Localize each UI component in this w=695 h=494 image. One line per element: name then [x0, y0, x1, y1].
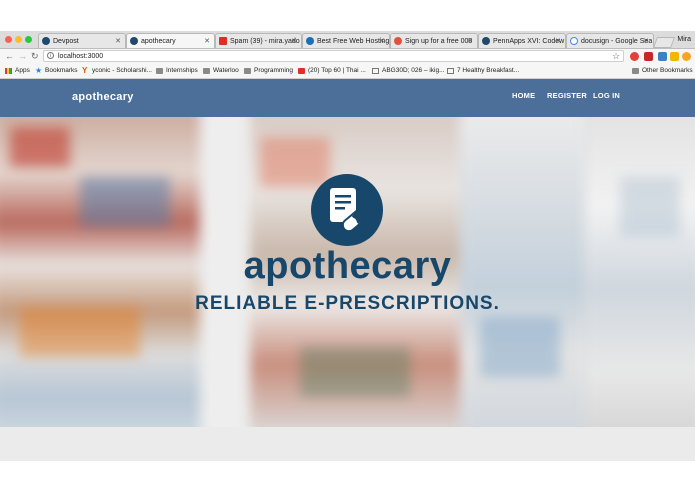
close-tab-icon[interactable]: ✕: [643, 34, 649, 48]
hero-section: apothecary RELIABLE E-PRESCRIPTIONS.: [0, 117, 695, 427]
tab-label: Spam (39) - mira.yado: [230, 38, 300, 45]
close-tab-icon[interactable]: ✕: [115, 34, 121, 48]
bookmark-label: Internships: [166, 67, 198, 74]
devpost-icon: [130, 37, 138, 45]
nav-login-link[interactable]: LOG IN: [593, 79, 620, 113]
close-tab-icon[interactable]: ✕: [555, 34, 561, 48]
tab-sign-up[interactable]: Sign up for a free 000 ✕: [390, 33, 478, 48]
bookmark-apps[interactable]: Apps: [5, 64, 30, 78]
tab-devpost[interactable]: Devpost ✕: [38, 33, 126, 48]
hero-title: apothecary: [243, 245, 452, 287]
devpost-icon: [42, 37, 50, 45]
bookmark-star-icon[interactable]: ☆: [612, 49, 620, 64]
close-tab-icon[interactable]: ✕: [291, 34, 297, 48]
bookmark-top60-thai[interactable]: (20) Top 60 | Thai ...: [298, 64, 366, 78]
nav-home-link[interactable]: HOME: [512, 79, 535, 113]
tab-label: Devpost: [53, 38, 79, 45]
folder-icon: [632, 68, 639, 74]
hosting-icon: [394, 37, 402, 45]
minimize-window-icon[interactable]: [15, 36, 22, 43]
youtube-icon: [298, 68, 305, 74]
address-toolbar: ← → ↻ i localhost:3000 ☆: [0, 49, 695, 64]
hero-subtitle: RELIABLE E-PRESCRIPTIONS.: [195, 293, 500, 314]
devpost-icon: [482, 37, 490, 45]
maximize-window-icon[interactable]: [25, 36, 32, 43]
bookmark-programming[interactable]: Programming: [244, 64, 293, 78]
tab-label: PennApps XVI: Codew: [493, 38, 565, 45]
bookmark-label: Apps: [15, 67, 30, 74]
bookmark-label: Waterloo: [213, 67, 239, 74]
bookmark-label: yconic - Scholarshi...: [92, 67, 152, 74]
extension-icon[interactable]: [658, 52, 667, 61]
tab-apothecary[interactable]: apothecary ✕: [126, 33, 215, 48]
bookmark-label: (20) Top 60 | Thai ...: [308, 67, 366, 74]
opera-extension-icon[interactable]: [630, 52, 639, 61]
brand-logo-text[interactable]: apothecary: [72, 79, 134, 115]
url-text: localhost:3000: [58, 53, 104, 60]
bookmark-label: Bookmarks: [45, 67, 78, 74]
bookmark-healthy-breakfast[interactable]: 7 Healthy Breakfast...: [447, 64, 519, 78]
nav-register-link[interactable]: REGISTER: [547, 79, 587, 113]
back-arrow-icon[interactable]: ←: [5, 49, 14, 64]
tab-label: Sign up for a free 000: [405, 38, 473, 45]
folder-icon: [244, 68, 251, 74]
tab-gmail[interactable]: Spam (39) - mira.yado ✕: [215, 33, 302, 48]
page-icon: [372, 68, 379, 74]
site-navbar: apothecary HOME REGISTER LOG IN: [0, 79, 695, 117]
folder-icon: [203, 68, 210, 74]
yconic-icon: Y: [82, 66, 88, 75]
tab-label: apothecary: [141, 38, 176, 45]
url-field[interactable]: i localhost:3000: [43, 50, 624, 62]
site-info-icon[interactable]: i: [47, 52, 54, 59]
pdf-extension-icon[interactable]: [644, 52, 653, 61]
gmail-icon: [219, 37, 227, 45]
bookmark-label: Programming: [254, 67, 294, 74]
bookmark-label: Other Bookmarks: [642, 67, 693, 74]
close-tab-icon[interactable]: ✕: [467, 34, 473, 48]
below-hero-section: [0, 427, 695, 461]
bookmark-label: 7 Healthy Breakfast...: [457, 67, 520, 74]
new-tab-button[interactable]: [652, 37, 676, 48]
bookmark-yconic[interactable]: Y yconic - Scholarshi...: [82, 64, 152, 78]
apps-grid-icon: [5, 68, 12, 74]
close-tab-icon[interactable]: ✕: [204, 34, 210, 48]
bookmark-internships[interactable]: Internships: [156, 64, 198, 78]
bookmarks-bar: Apps ★ Bookmarks Y yconic - Scholarshi..…: [0, 64, 695, 79]
close-window-icon[interactable]: [5, 36, 12, 43]
prescription-pill-icon: [311, 174, 383, 246]
reload-icon[interactable]: ↻: [31, 49, 39, 64]
bookmark-label: ABG30D; 026 – ikig...: [382, 67, 445, 74]
hosting-icon: [306, 37, 314, 45]
bookmark-other[interactable]: Other Bookmarks: [632, 64, 693, 78]
screen-top-margin: [0, 0, 695, 31]
pen-extension-icon[interactable]: [670, 52, 679, 61]
tab-pennapps[interactable]: PennApps XVI: Codew ✕: [478, 33, 566, 48]
bookmark-ikigai[interactable]: ABG30D; 026 – ikig...: [372, 64, 445, 78]
tab-web-hosting[interactable]: Best Free Web Hosting ✕: [302, 33, 390, 48]
google-icon: [570, 37, 578, 45]
tab-google-search[interactable]: docusign - Google Sea ✕: [566, 33, 654, 48]
menu-extension-icon[interactable]: [682, 52, 691, 61]
tab-label: docusign - Google Sea: [581, 38, 653, 45]
star-icon: ★: [35, 66, 43, 75]
bookmark-bookmarks[interactable]: ★ Bookmarks: [35, 64, 78, 78]
page-icon: [447, 68, 454, 74]
close-tab-icon[interactable]: ✕: [379, 34, 385, 48]
bookmark-waterloo[interactable]: Waterloo: [203, 64, 239, 78]
folder-icon: [156, 68, 163, 74]
forward-arrow-icon[interactable]: →: [18, 49, 27, 64]
browser-tab-strip: Devpost ✕ apothecary ✕ Spam (39) - mira.…: [0, 31, 695, 49]
profile-name[interactable]: Mira: [677, 33, 691, 46]
